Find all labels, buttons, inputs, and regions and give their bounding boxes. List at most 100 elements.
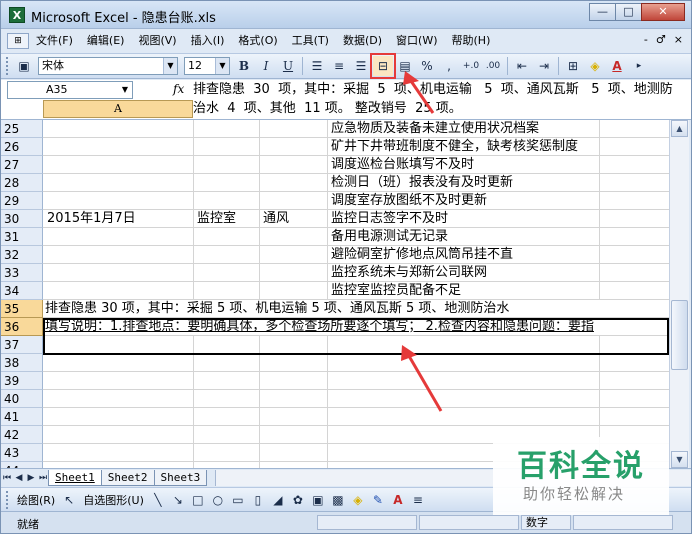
table-row[interactable]: 26 矿井下井带班制度不健全，缺考核奖惩制度 — [1, 138, 669, 156]
increase-indent-icon[interactable]: ⇥ — [534, 56, 554, 76]
cell-a[interactable]: 2015年1月7日 — [47, 210, 136, 228]
table-row[interactable]: 35 排查隐患 30 项，其中：采掘 5 项、机电运输 5 项、通风瓦斯 5 项、… — [1, 300, 669, 318]
doc-minimize-button[interactable]: - — [644, 33, 648, 46]
menu-file[interactable]: 文件(F) — [29, 31, 80, 51]
row-header[interactable]: 30 — [1, 210, 43, 228]
row-header[interactable]: 28 — [1, 174, 43, 192]
decrease-decimal-button[interactable]: .00 — [483, 56, 503, 76]
font-name-select[interactable]: 宋体 ▼ — [38, 57, 178, 75]
excel-app-icon[interactable]: X — [9, 7, 25, 23]
cell-c[interactable]: 通风 — [263, 210, 289, 228]
row-header[interactable]: 27 — [1, 156, 43, 174]
vertical-textbox-icon[interactable]: ▯ — [249, 490, 267, 510]
comma-style-button[interactable]: , — [439, 56, 459, 76]
fill-color-icon[interactable]: ◈ — [585, 56, 605, 76]
table-row[interactable]: 30 2015年1月7日 监控室 通风 监控日志签字不及时 — [1, 210, 669, 228]
merge-center-icon[interactable]: ⊟ — [370, 53, 396, 79]
table-row[interactable]: 36 填写说明：1.排查地点：要明确具体，多个检查场所要逐个填写； 2.检查内容和… — [1, 318, 669, 336]
row-header[interactable]: 39 — [1, 372, 43, 390]
scroll-up-icon[interactable]: ▲ — [671, 120, 688, 137]
picture-icon[interactable]: ▩ — [329, 490, 347, 510]
row-header[interactable]: 38 — [1, 354, 43, 372]
menu-insert[interactable]: 插入(I) — [184, 31, 232, 51]
table-row[interactable]: 27 调度巡检台账填写不及时 — [1, 156, 669, 174]
cell-d[interactable]: 调度室存放图纸不及时更新 — [331, 192, 487, 210]
font-color-icon[interactable]: A — [389, 490, 407, 510]
row-header[interactable]: 35 — [1, 300, 43, 318]
vertical-scrollbar[interactable]: ▲ ▼ — [669, 120, 689, 468]
font-size-select[interactable]: 12 ▼ — [184, 57, 230, 75]
menu-data[interactable]: 数据(D) — [336, 31, 389, 51]
currency-icon[interactable]: ▤ — [395, 56, 415, 76]
table-row[interactable]: 25 应急物质及装备未建立使用状况档案 — [1, 120, 669, 138]
select-objects-icon[interactable]: ↖ — [60, 490, 78, 510]
insert-function-icon[interactable]: fx — [173, 82, 184, 96]
tab-sheet2[interactable]: Sheet2 — [100, 469, 155, 486]
italic-button[interactable]: I — [256, 56, 276, 76]
row-header[interactable]: 42 — [1, 426, 43, 444]
oval-icon[interactable]: ○ — [209, 490, 227, 510]
increase-decimal-button[interactable]: +.0 — [461, 56, 481, 76]
row-header[interactable]: 34 — [1, 282, 43, 300]
chevron-down-icon[interactable]: ▼ — [215, 58, 229, 74]
save-icon[interactable]: ▣ — [14, 56, 34, 76]
menu-doc-icon[interactable]: ⊞ — [7, 33, 29, 49]
autoshapes-button[interactable]: 自选图形(U) — [79, 492, 148, 508]
toolbar-options-icon[interactable]: ▸ — [629, 56, 649, 76]
name-box[interactable]: A35 ▼ — [7, 81, 133, 99]
table-row[interactable]: 29 调度室存放图纸不及时更新 — [1, 192, 669, 210]
first-sheet-icon[interactable]: ⏮ — [1, 473, 13, 483]
underline-button[interactable]: U — [278, 56, 298, 76]
table-row[interactable]: 28 检测日（班）报表没有及时更新 — [1, 174, 669, 192]
table-row[interactable]: 41 — [1, 408, 669, 426]
close-button[interactable]: ✕ — [641, 3, 685, 21]
table-row[interactable]: 39 — [1, 372, 669, 390]
line-style-icon[interactable]: ≡ — [409, 490, 427, 510]
wordart-icon[interactable]: ◢ — [269, 490, 287, 510]
rectangle-icon[interactable]: □ — [189, 490, 207, 510]
align-center-icon[interactable]: ≡ — [329, 56, 349, 76]
prev-sheet-icon[interactable]: ◀ — [13, 473, 25, 483]
row-header[interactable]: 32 — [1, 246, 43, 264]
menu-edit[interactable]: 编辑(E) — [80, 31, 132, 51]
textbox-icon[interactable]: ▭ — [229, 490, 247, 510]
doc-close-button[interactable]: × — [674, 33, 683, 46]
scroll-down-icon[interactable]: ▼ — [671, 451, 688, 468]
line-icon[interactable]: ╲ — [149, 490, 167, 510]
cell-d[interactable]: 监控室监控员配备不足 — [331, 282, 461, 300]
row-header[interactable]: 25 — [1, 120, 43, 138]
row-header[interactable]: 31 — [1, 228, 43, 246]
scroll-thumb[interactable] — [671, 300, 688, 370]
row-header[interactable]: 36 — [1, 318, 43, 336]
arrow-icon[interactable]: ↘ — [169, 490, 187, 510]
menu-tools[interactable]: 工具(T) — [285, 31, 336, 51]
minimize-button[interactable]: — — [589, 3, 616, 21]
toolbar-grip[interactable] — [6, 57, 10, 75]
table-row[interactable]: 38 — [1, 354, 669, 372]
doc-restore-button[interactable]: ♂ — [656, 33, 666, 46]
restore-button[interactable]: □ — [615, 3, 642, 21]
align-right-icon[interactable]: ☰ — [351, 56, 371, 76]
draw-menu-button[interactable]: 绘图(R) — [13, 492, 59, 508]
clipart-icon[interactable]: ▣ — [309, 490, 327, 510]
row-header[interactable]: 29 — [1, 192, 43, 210]
chevron-down-icon[interactable]: ▼ — [118, 82, 132, 98]
table-row[interactable]: 40 — [1, 390, 669, 408]
diagram-icon[interactable]: ✿ — [289, 490, 307, 510]
table-row[interactable]: 34 监控室监控员配备不足 — [1, 282, 669, 300]
borders-icon[interactable]: ⊞ — [563, 56, 583, 76]
table-row[interactable]: 31 备用电源测试无记录 — [1, 228, 669, 246]
menu-help[interactable]: 帮助(H) — [445, 31, 498, 51]
cell-d[interactable]: 监控日志签字不及时 — [331, 210, 448, 228]
line-color-icon[interactable]: ✎ — [369, 490, 387, 510]
row-header[interactable]: 43 — [1, 444, 43, 462]
bold-button[interactable]: B — [234, 56, 254, 76]
align-left-icon[interactable]: ☰ — [307, 56, 327, 76]
chevron-down-icon[interactable]: ▼ — [163, 58, 177, 74]
font-color-button[interactable]: A — [607, 56, 627, 76]
menu-view[interactable]: 视图(V) — [131, 31, 183, 51]
cell-d[interactable]: 避险硐室扩修地点风筒吊挂不直 — [331, 246, 513, 264]
tab-sheet1[interactable]: Sheet1 — [48, 469, 102, 486]
row-header[interactable]: 33 — [1, 264, 43, 282]
fill-color-icon[interactable]: ◈ — [349, 490, 367, 510]
